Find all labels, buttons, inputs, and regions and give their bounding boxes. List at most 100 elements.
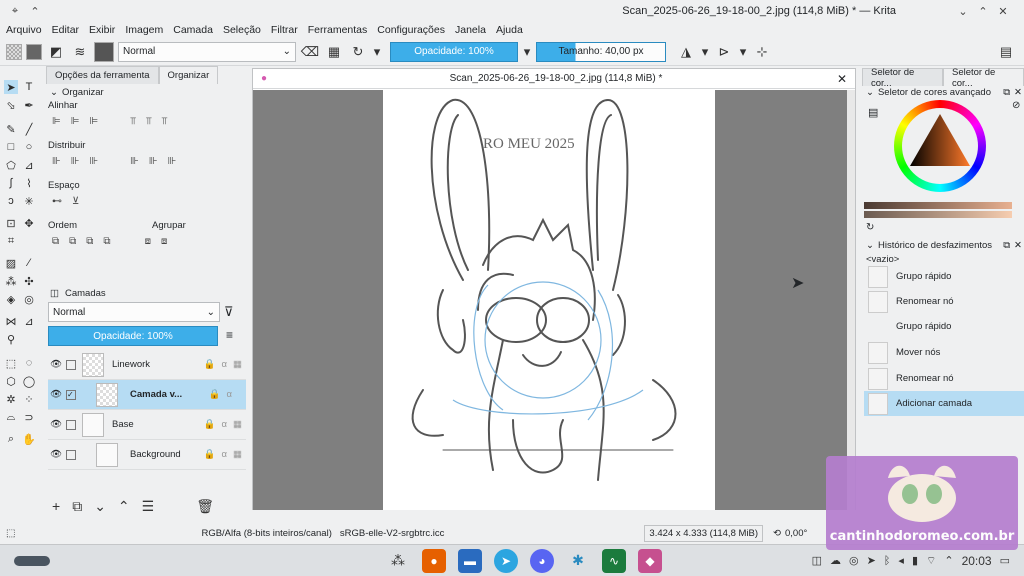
tab-color-selector-1[interactable]: Seletor de cor... [862, 67, 943, 89]
menu-exibir[interactable]: Exibir [89, 24, 115, 36]
history-item[interactable]: Mover nós [864, 340, 1024, 365]
bring-to-front-icon[interactable]: ⧉ [52, 236, 59, 247]
ungroup-icon[interactable]: ⧈ [161, 236, 167, 247]
distribute-hcenter-icon[interactable]: ⊪ [71, 156, 80, 167]
eye-icon[interactable]: 👁 [48, 419, 64, 430]
canvas-tab[interactable]: ● Scan_2025-06-26_19-18-00_2.jpg (114,8 … [253, 69, 855, 89]
align-top-icon[interactable]: ⫪ [130, 116, 136, 127]
lock-icon[interactable]: 🔒 [204, 359, 216, 370]
alpha-icon[interactable]: α [227, 389, 233, 400]
brush-settings-icon[interactable]: ≋ [70, 42, 90, 62]
freehand-path-icon[interactable]: ⌇ [22, 176, 36, 190]
align-bottom-icon[interactable]: ⫪ [161, 116, 167, 127]
ellipse-select-icon[interactable]: ◌ [22, 356, 36, 370]
zoom-tool-icon[interactable]: ⌕ [4, 432, 18, 446]
move-down-icon[interactable]: ⌄ [94, 498, 106, 515]
opacity-slider[interactable]: Opacidade: 100% [390, 41, 518, 62]
rect-select-icon[interactable]: ⬚ [4, 356, 18, 370]
maximize-icon[interactable]: ⌃ [976, 4, 990, 18]
lock-icon[interactable]: 🔒 [204, 449, 216, 460]
brush-tool-icon[interactable]: ✎ [4, 122, 18, 136]
history-item[interactable]: Grupo rápido [864, 264, 1024, 289]
drawing-paper[interactable]: RO MEU 2025 [383, 90, 715, 510]
layer-row[interactable]: 👁 Base 🔒 α ▦ [48, 410, 246, 440]
chevron-down-icon[interactable]: ▾ [372, 42, 382, 62]
color-triangle[interactable] [894, 100, 986, 192]
steam-icon[interactable]: ◎ [849, 554, 859, 567]
mirror-horizontal-icon[interactable]: ◮ [676, 42, 696, 62]
pattern-swatch[interactable] [6, 43, 22, 60]
bezier-select-icon[interactable]: ⌓ [4, 410, 18, 424]
move-tool-icon[interactable]: ✥ [22, 216, 36, 230]
history-item[interactable]: Renomear nó [864, 366, 1024, 391]
color-wheel[interactable] [894, 100, 986, 192]
layer-opacity-slider[interactable]: Opacidade: 100% [48, 326, 218, 346]
magnetic-select-icon[interactable]: ⊃ [22, 410, 36, 424]
inherit-alpha-icon[interactable]: ▦ [233, 359, 242, 370]
raise-icon[interactable]: ⧉ [69, 236, 76, 247]
reference-images-icon[interactable]: ⚲ [4, 332, 18, 346]
pager-icon[interactable]: ⁂ [386, 549, 410, 573]
bezier-tool-icon[interactable]: ∫ [4, 176, 18, 190]
mirror-vertical-icon[interactable]: ⊳ [714, 42, 734, 62]
align-right-icon[interactable]: ⊫ [89, 116, 98, 127]
enclose-fill-icon[interactable]: ◎ [22, 292, 36, 306]
size-slider[interactable]: Tamanho: 40,00 px [536, 41, 666, 62]
gradient-tool-icon[interactable]: ▨ [4, 256, 18, 270]
gradient-swatch[interactable] [26, 43, 42, 60]
cloud-icon[interactable]: ☁ [830, 554, 841, 567]
checkbox[interactable] [66, 419, 76, 430]
contiguous-select-icon[interactable]: ✲ [4, 392, 18, 406]
close-icon[interactable]: ✕ [837, 72, 847, 86]
bluetooth-icon[interactable]: ᛒ [884, 555, 891, 567]
select-shapes-icon[interactable]: ➤ [4, 80, 18, 94]
gamepad-icon[interactable]: ◫ [812, 554, 822, 567]
history-item[interactable]: Grupo rápido [864, 314, 1024, 339]
similar-select-icon[interactable]: ⁘ [22, 392, 36, 406]
transform-tool-icon[interactable]: ⊡ [4, 216, 18, 230]
distribute-top-icon[interactable]: ⊪ [130, 156, 139, 167]
eye-icon[interactable]: 👁 [48, 359, 64, 370]
pin-icon[interactable]: ⌖ [8, 4, 22, 18]
chevron-down-icon[interactable]: ⌄ [866, 87, 874, 98]
polygon-select-icon[interactable]: ⬡ [4, 374, 18, 388]
telegram-tray-icon[interactable]: ➤ [867, 554, 876, 567]
group-icon[interactable]: ⧈ [145, 236, 151, 247]
polyline-tool-icon[interactable]: ⊿ [22, 158, 36, 172]
battery-icon[interactable]: ▮ [912, 554, 918, 567]
align-center-icon[interactable]: ⊫ [71, 116, 80, 127]
alpha-lock-icon[interactable]: ▦ [324, 42, 344, 62]
menu-janela[interactable]: Janela [455, 24, 486, 36]
distribute-right-icon[interactable]: ⊪ [89, 156, 98, 167]
inherit-alpha-icon[interactable]: ▦ [233, 419, 242, 430]
align-left-icon[interactable]: ⊫ [52, 116, 61, 127]
alpha-icon[interactable]: α [222, 449, 228, 460]
brush-preset-icon[interactable] [94, 41, 114, 62]
ellipse-tool-icon[interactable]: ○ [22, 140, 36, 154]
lower-icon[interactable]: ⧉ [86, 236, 93, 247]
wrap-around-icon[interactable]: ⊹ [752, 42, 772, 62]
menu-filtrar[interactable]: Filtrar [271, 24, 298, 36]
multibrush-icon[interactable]: ✳ [22, 194, 36, 208]
distribute-left-icon[interactable]: ⊪ [52, 156, 61, 167]
history-item[interactable]: Renomear nó [864, 289, 1024, 314]
close-window-icon[interactable]: ✕ [996, 4, 1010, 18]
filter-icon[interactable]: ⊽ [224, 304, 234, 320]
menu-ferramentas[interactable]: Ferramentas [308, 24, 368, 36]
chevron-down-icon[interactable]: ▾ [700, 42, 710, 62]
delete-layer-icon[interactable]: 🗑 [196, 498, 214, 515]
keep-above-icon[interactable]: ⌃ [28, 4, 42, 18]
duplicate-layer-icon[interactable]: ⧉ [72, 498, 82, 515]
alpha-icon[interactable]: α [222, 359, 228, 370]
menu-configuracoes[interactable]: Configurações [377, 24, 445, 36]
menu-editar[interactable]: Editar [52, 24, 79, 36]
color-picker-icon[interactable]: ⁄ [22, 256, 36, 270]
move-up-icon[interactable]: ⌃ [118, 498, 130, 515]
system-monitor-icon[interactable]: ∿ [602, 548, 626, 573]
minimize-icon[interactable]: ⌄ [956, 4, 970, 18]
volume-icon[interactable]: ◂ [898, 554, 904, 567]
no-color-icon[interactable]: ⊘ [1012, 100, 1020, 111]
image-size-status[interactable]: 3.424 x 4.333 (114,8 MiB) [644, 524, 764, 542]
freehand-select-icon[interactable]: ◯ [22, 374, 36, 388]
layer-row[interactable]: 👁 Background 🔒 α ▦ [48, 440, 246, 470]
